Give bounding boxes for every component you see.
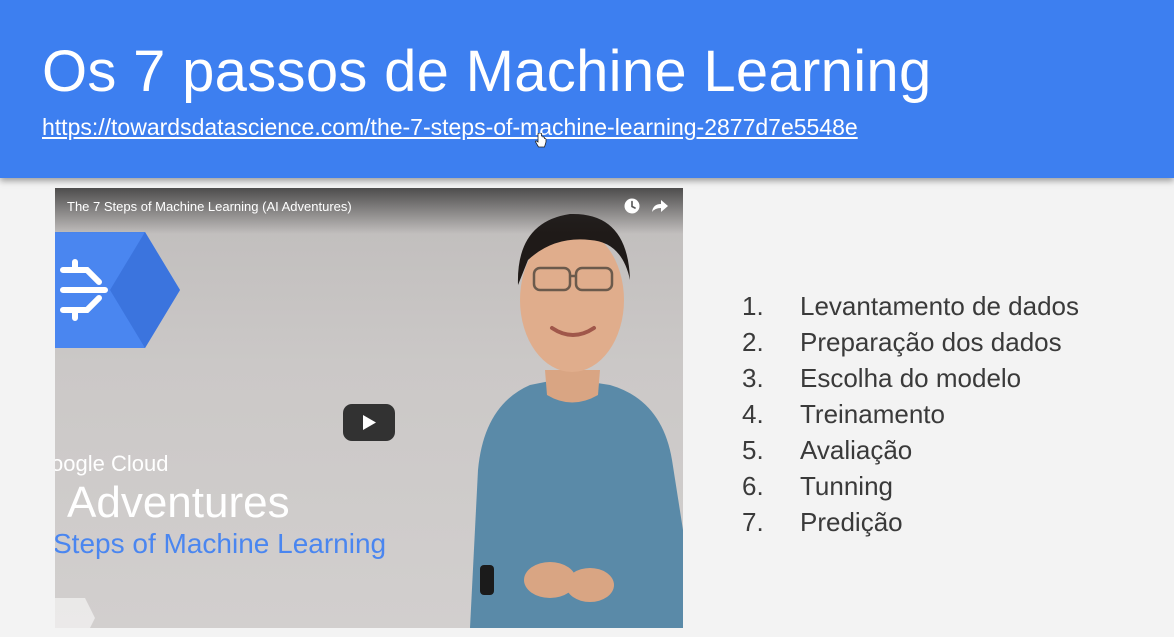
list-item-number: 2. (742, 327, 764, 357)
google-cloud-ai-hexagon-icon (55, 232, 180, 348)
list-item-number: 5. (742, 435, 764, 465)
list-item: 6. Tunning (742, 468, 1079, 504)
video-player[interactable]: The 7 Steps of Machine Learning (AI Adve… (55, 188, 683, 628)
share-icon[interactable] (651, 197, 669, 215)
series-title: I Adventures (55, 478, 290, 527)
list-item-number: 7. (742, 507, 764, 537)
list-item: 4. Treinamento (742, 396, 1079, 432)
list-item-number: 4. (742, 399, 764, 429)
list-item-label: Predição (800, 507, 903, 537)
list-item-number: 1. (742, 291, 764, 321)
presenter-image (470, 213, 683, 628)
list-item: 1. Levantamento de dados (742, 288, 1079, 324)
list-item: 3. Escolha do modelo (742, 360, 1079, 396)
slide-title: Os 7 passos de Machine Learning (42, 39, 932, 104)
list-item: 7. Predição (742, 504, 1079, 540)
steps-list: 1. Levantamento de dados 2. Preparação dos… (742, 288, 1079, 540)
video-title[interactable]: The 7 Steps of Machine Learning (AI Adve… (67, 199, 352, 214)
slide-header: Os 7 passos de Machine Learning https://… (0, 0, 1174, 178)
list-item-label: Tunning (800, 471, 893, 501)
list-item-label: Avaliação (800, 435, 913, 465)
watch-later-icon[interactable] (623, 197, 641, 215)
list-item-label: Escolha do modelo (800, 363, 1022, 393)
list-item-label: Preparação dos dados (800, 327, 1062, 357)
slide: Os 7 passos de Machine Learning https://… (0, 0, 1174, 637)
article-link[interactable]: https://towardsdatascience.com/the-7-ste… (42, 114, 858, 141)
brand-text: oogle Cloud (55, 451, 169, 476)
list-item-label: Levantamento de dados (800, 291, 1079, 321)
play-icon[interactable] (343, 404, 395, 441)
list-item-number: 3. (742, 363, 764, 393)
list-item: 2. Preparação dos dados (742, 324, 1079, 360)
list-item-label: Treinamento (800, 399, 945, 429)
list-item: 5. Avaliação (742, 432, 1079, 468)
hexagon-corner-icon (55, 598, 95, 628)
video-subtitle: Steps of Machine Learning (55, 528, 387, 559)
hand-cursor-icon (535, 133, 547, 148)
list-item-number: 6. (742, 471, 764, 501)
